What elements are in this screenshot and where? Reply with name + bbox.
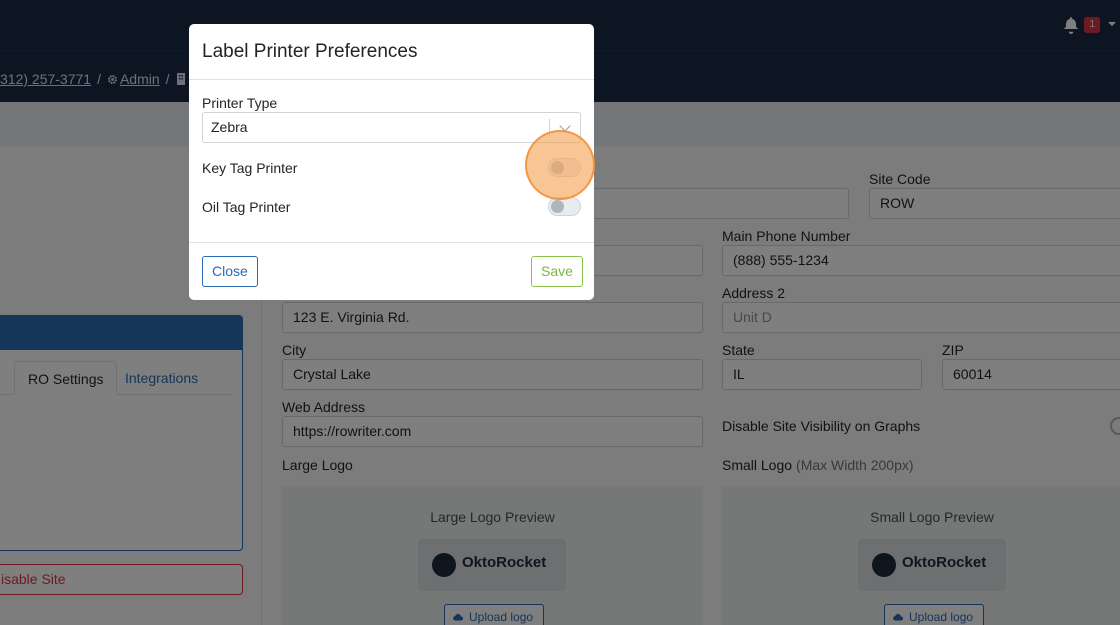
- save-button[interactable]: Save: [531, 256, 583, 287]
- modal-title: Label Printer Preferences: [202, 41, 418, 62]
- printer-type-label: Printer Type: [202, 95, 278, 111]
- key-tag-printer-label: Key Tag Printer: [202, 160, 298, 176]
- printer-type-select[interactable]: Zebra: [202, 112, 581, 143]
- modal-footer-divider: [189, 242, 594, 243]
- modal-divider: [189, 79, 594, 80]
- click-highlight: [525, 130, 595, 200]
- close-button[interactable]: Close: [202, 256, 258, 287]
- oil-tag-printer-toggle[interactable]: [548, 197, 581, 216]
- oil-tag-printer-label: Oil Tag Printer: [202, 199, 291, 215]
